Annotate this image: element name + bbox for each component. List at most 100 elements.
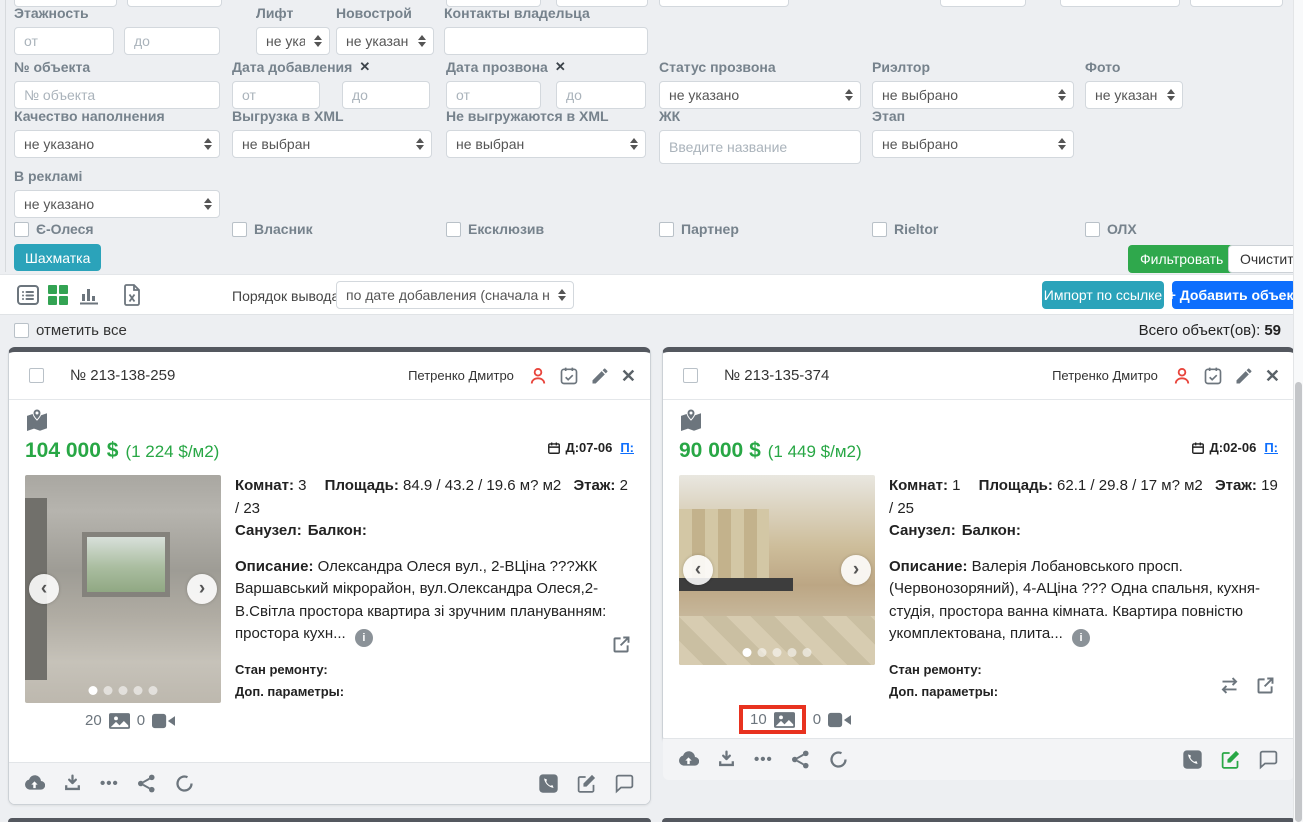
checkbox[interactable] bbox=[872, 222, 887, 237]
newbuild-select[interactable]: не указано bbox=[336, 27, 434, 55]
checkbox[interactable] bbox=[659, 222, 674, 237]
select-all-checkbox[interactable] bbox=[14, 323, 29, 338]
videos-icon[interactable] bbox=[828, 712, 851, 728]
photo-dot[interactable] bbox=[788, 648, 797, 657]
photo-dot[interactable] bbox=[803, 648, 812, 657]
photo-dot[interactable] bbox=[773, 648, 782, 657]
quality-select[interactable]: не указано bbox=[14, 130, 220, 158]
complex-input[interactable] bbox=[659, 130, 861, 164]
photo-dot[interactable] bbox=[119, 686, 128, 695]
object-photo[interactable]: ‹ › bbox=[679, 475, 875, 665]
map-icon[interactable] bbox=[25, 409, 49, 433]
photo-select[interactable]: не указано bbox=[1085, 81, 1183, 109]
list-view-icon[interactable] bbox=[16, 283, 40, 307]
share-icon[interactable] bbox=[790, 749, 811, 770]
phone-icon[interactable] bbox=[1182, 749, 1203, 770]
clear-button[interactable]: Очистить bbox=[1228, 245, 1303, 273]
task-calendar-icon[interactable] bbox=[559, 366, 579, 386]
edit-pencil-icon[interactable] bbox=[1234, 366, 1254, 386]
map-icon[interactable] bbox=[679, 409, 703, 433]
upload-cloud-icon[interactable] bbox=[24, 773, 45, 794]
filter-button[interactable]: Фильтровать bbox=[1128, 245, 1235, 273]
cropped-input[interactable] bbox=[659, 0, 789, 7]
photo-prev-arrow[interactable]: ‹ bbox=[683, 555, 713, 585]
photo-dot[interactable] bbox=[149, 686, 158, 695]
agent-icon[interactable] bbox=[1172, 366, 1192, 386]
refresh-icon[interactable] bbox=[174, 773, 195, 794]
photo-dot[interactable] bbox=[743, 648, 752, 657]
close-icon[interactable]: ✕ bbox=[1265, 367, 1280, 385]
date-called-to-input[interactable] bbox=[556, 81, 646, 109]
date-called-from-input[interactable] bbox=[446, 81, 541, 109]
stage-select[interactable]: не выбрано bbox=[872, 130, 1074, 158]
download-icon[interactable] bbox=[716, 749, 737, 770]
external-link-icon[interactable] bbox=[611, 634, 632, 655]
checkbox-partner[interactable]: Партнер bbox=[659, 222, 739, 237]
date-added-from-input[interactable] bbox=[232, 81, 320, 109]
advertising-select[interactable]: не указано bbox=[14, 190, 220, 218]
agent-icon[interactable] bbox=[528, 366, 548, 386]
download-icon[interactable] bbox=[62, 773, 83, 794]
videos-icon[interactable] bbox=[152, 713, 175, 729]
call-link[interactable]: П: bbox=[620, 440, 634, 455]
task-calendar-icon[interactable] bbox=[1203, 366, 1223, 386]
chessboard-button[interactable]: Шахматка bbox=[14, 244, 101, 271]
realtor-select[interactable]: не выбрано bbox=[872, 81, 1074, 109]
excel-export-icon[interactable] bbox=[120, 283, 144, 307]
floors-to-input[interactable] bbox=[124, 27, 220, 55]
checkbox-exclusive[interactable]: Ексклюзив bbox=[446, 222, 544, 237]
info-icon[interactable]: i bbox=[355, 629, 373, 647]
photo-prev-arrow[interactable]: ‹ bbox=[29, 574, 59, 604]
edit-pencil-icon[interactable] bbox=[590, 366, 610, 386]
checkbox-rieltor[interactable]: Rieltor bbox=[872, 222, 938, 237]
checkbox[interactable] bbox=[446, 222, 461, 237]
checkbox[interactable] bbox=[232, 222, 247, 237]
lift-select[interactable]: не указано bbox=[256, 27, 330, 55]
more-actions-icon[interactable]: ••• bbox=[754, 751, 773, 768]
checkbox[interactable] bbox=[1085, 222, 1100, 237]
edit-object-icon[interactable] bbox=[1220, 749, 1241, 770]
edit-object-icon[interactable] bbox=[576, 773, 597, 794]
clear-date-added-icon[interactable]: ✕ bbox=[359, 59, 370, 75]
object-number-input[interactable] bbox=[14, 81, 220, 109]
cropped-input[interactable] bbox=[1190, 0, 1283, 7]
cropped-input[interactable] bbox=[1060, 0, 1180, 7]
chart-view-icon[interactable] bbox=[77, 283, 101, 307]
checkbox-olx[interactable]: ОЛХ bbox=[1085, 222, 1137, 237]
sort-order-select[interactable]: по дате добавления (сначала новые) bbox=[336, 281, 574, 309]
photo-dot[interactable] bbox=[134, 686, 143, 695]
comment-icon[interactable] bbox=[614, 773, 635, 794]
owner-contacts-input[interactable] bbox=[444, 27, 648, 55]
object-photo[interactable]: ‹ › bbox=[25, 475, 221, 703]
external-link-icon[interactable] bbox=[1255, 675, 1276, 696]
photo-dot[interactable] bbox=[758, 648, 767, 657]
photos-icon[interactable] bbox=[109, 713, 130, 729]
photo-dot[interactable] bbox=[89, 686, 98, 695]
card-checkbox[interactable] bbox=[29, 368, 44, 383]
refresh-icon[interactable] bbox=[828, 749, 849, 770]
scrollbar[interactable] bbox=[1293, 0, 1303, 822]
checkbox-vlasnyk[interactable]: Власник bbox=[232, 222, 313, 237]
floors-from-input[interactable] bbox=[14, 27, 114, 55]
checkbox-e-olesya[interactable]: Є-Олеся bbox=[14, 222, 94, 237]
checkbox[interactable] bbox=[14, 222, 29, 237]
select-all[interactable]: отметить все bbox=[14, 322, 127, 339]
call-status-select[interactable]: не указано bbox=[659, 81, 861, 109]
share-icon[interactable] bbox=[136, 773, 157, 794]
xml-export-select[interactable]: не выбран bbox=[232, 130, 432, 158]
card-checkbox[interactable] bbox=[683, 368, 698, 383]
import-by-link-button[interactable]: Импорт по ссылке bbox=[1042, 281, 1164, 309]
more-actions-icon[interactable]: ••• bbox=[100, 775, 119, 792]
photo-next-arrow[interactable]: › bbox=[187, 574, 217, 604]
scrollbar-thumb[interactable] bbox=[1295, 382, 1302, 822]
comment-icon[interactable] bbox=[1258, 749, 1279, 770]
photo-next-arrow[interactable]: › bbox=[841, 555, 871, 585]
add-object-button[interactable]: + Добавить объект bbox=[1172, 281, 1296, 309]
swap-icon[interactable] bbox=[1219, 675, 1240, 696]
photos-icon[interactable] bbox=[774, 712, 795, 728]
close-icon[interactable]: ✕ bbox=[621, 367, 636, 385]
grid-view-icon[interactable] bbox=[46, 283, 70, 307]
clear-date-called-icon[interactable]: ✕ bbox=[555, 59, 566, 75]
date-added-to-input[interactable] bbox=[342, 81, 430, 109]
xml-exclude-select[interactable]: не выбран bbox=[446, 130, 646, 158]
